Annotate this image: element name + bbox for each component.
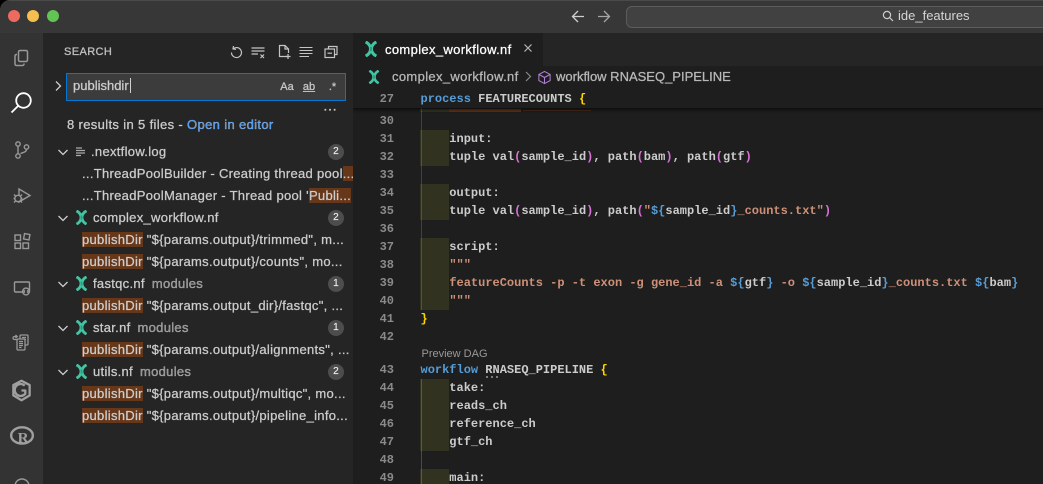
svg-text:R: R [17, 430, 29, 447]
